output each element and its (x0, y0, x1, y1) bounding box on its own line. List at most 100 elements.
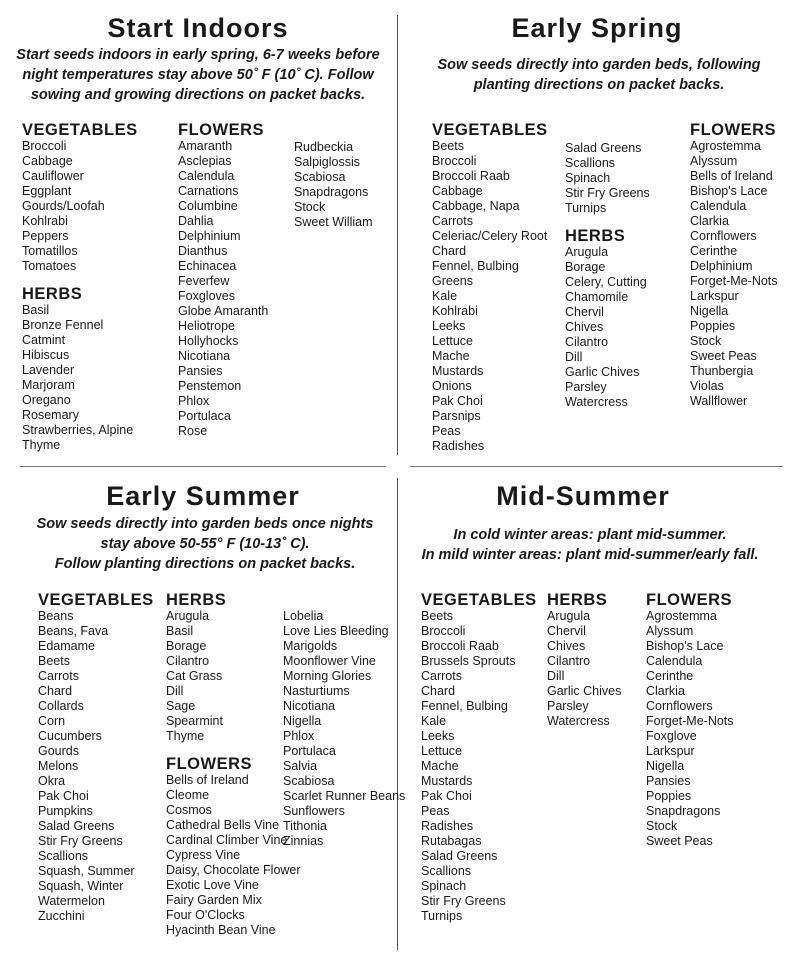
plant-column: VEGETABLES Beets Broccoli Broccoli Raab Brus… (421, 592, 537, 924)
subtitle-line: sowing and growing directions on packet … (30, 87, 366, 103)
plant-item: Broccoli (421, 624, 466, 638)
plant-item: Mache (432, 349, 470, 363)
plant-item: Asclepias (178, 154, 232, 168)
plant-item: Scabiosa (283, 774, 335, 788)
plant-item: Larkspur (690, 289, 739, 303)
plant-item: Watercress (565, 395, 628, 409)
section-title: Early Spring (511, 13, 683, 43)
plant-column: FLOWERS Agrostemma Alyssum Bishop's Lace Cal… (646, 592, 734, 849)
plant-item: Cabbage (22, 154, 73, 168)
plant-item: Bells of Ireland (166, 773, 249, 787)
plant-item: Sage (166, 699, 196, 713)
plant-group: Salad Greens Scallions Spinach Stir Fry Gre… (565, 141, 650, 216)
plant-item: Sunflowers (283, 804, 345, 818)
plant-item: Pak Choi (421, 789, 472, 803)
plant-group: FLOWERS Agrostemma Alyssum Bishop's Lace Cal… (646, 592, 734, 849)
plant-group: VEGETABLES Broccoli Cabbage Cauliflower Eggp… (22, 122, 138, 274)
plant-item: Cauliflower (22, 169, 84, 183)
category-heading: FLOWERS (166, 755, 252, 773)
plant-item: Foxgloves (178, 289, 235, 303)
plant-item: Bishop's Lace (646, 639, 724, 653)
plant-item: Mache (421, 759, 459, 773)
plant-item: Beets (421, 609, 453, 623)
plant-item: Pak Choi (38, 789, 89, 803)
plant-column: Salad Greens Scallions Spinach Stir Fry Gre… (565, 141, 650, 410)
plant-item: Hibiscus (22, 348, 70, 362)
plant-item: Oregano (22, 393, 71, 407)
plant-column: HERBS Arugula Chervil Chives Cilantro Dill Gar… (547, 592, 621, 729)
subtitle-line: Sow seeds directly into garden beds, fol… (437, 57, 761, 73)
plant-item: Salvia (283, 759, 318, 773)
plant-item: Dahlia (178, 214, 214, 228)
plant-item: Stir Fry Greens (421, 894, 506, 908)
plant-item: Beans (38, 609, 74, 623)
subtitle-line: In cold winter areas: plant mid-summer. (453, 527, 727, 543)
plant-item: Delphinium (178, 229, 241, 243)
subtitle-line: night temperatures stay above 50˚ F (10˚… (22, 67, 374, 83)
plant-item: Turnips (421, 909, 463, 923)
plant-item: Violas (690, 379, 724, 393)
plant-item: Beets (432, 139, 464, 153)
plant-item: Peas (421, 804, 450, 818)
plant-group: HERBS Arugula Borage Celery, Cutting Chamomi… (565, 228, 650, 410)
plant-item: Radishes (421, 819, 474, 833)
plant-column: FLOWERS Amaranth Asclepias Calendula Carnati… (178, 122, 268, 439)
plant-item: Peppers (22, 229, 69, 243)
plant-item: Hyacinth Bean Vine (166, 923, 276, 937)
plant-item: Celeriac/Celery Root (432, 229, 548, 243)
plant-item: Borage (166, 639, 207, 653)
plant-item: Agrostemma (690, 139, 761, 153)
plant-item: Broccoli Raab (421, 639, 499, 653)
plant-item: Arugula (565, 245, 609, 259)
plant-item: Fennel, Bulbing (432, 259, 519, 273)
plant-item: Corn (38, 714, 66, 728)
plant-item: Arugula (547, 609, 591, 623)
plant-item: Tomatillos (22, 244, 78, 258)
plant-group: HERBS Arugula Basil Borage Cilantro Cat Grass… (166, 592, 301, 744)
plant-item: Poppies (646, 789, 692, 803)
plant-item: Gourds/Loofah (22, 199, 105, 213)
plant-item: Larkspur (646, 744, 695, 758)
subtitle-line: stay above 50-55° F (10-13˚ C). (100, 536, 310, 552)
plant-item: Eggplant (22, 184, 72, 198)
category-heading: VEGETABLES (432, 121, 548, 139)
plant-item: Love Lies Bleeding (283, 624, 389, 638)
plant-item: Stock (294, 200, 326, 214)
plant-item: Wallflower (690, 394, 748, 408)
plant-item: Carrots (38, 669, 79, 683)
plant-item: Calendula (178, 169, 235, 183)
plant-item: Zucchini (38, 909, 85, 923)
section-title: Mid-Summer (496, 481, 670, 511)
plant-item: Portulaca (178, 409, 231, 423)
subtitle-line: In mild winter areas: plant mid-summer/e… (421, 547, 759, 563)
plant-item: Stock (646, 819, 678, 833)
plant-item: Tithonia (283, 819, 328, 833)
plant-item: Clarkia (646, 684, 685, 698)
plant-item: Zinnias (283, 834, 324, 848)
plant-item: Broccoli (432, 154, 477, 168)
plant-item: Pansies (646, 774, 691, 788)
plant-group: HERBS Basil Bronze Fennel Catmint Hibiscus La… (22, 286, 138, 453)
plant-item: Rosemary (22, 408, 79, 422)
plant-item: Cucumbers (38, 729, 102, 743)
plant-item: Basil (22, 303, 50, 317)
plant-item: Thunbergia (690, 364, 754, 378)
plant-item: Heliotrope (178, 319, 235, 333)
plant-item: Cilantro (547, 654, 591, 668)
plant-item: Mustards (432, 364, 484, 378)
plant-item: Gourds (38, 744, 79, 758)
plant-item: Rudbeckia (294, 140, 354, 154)
horizontal-divider-left (20, 466, 386, 467)
plant-item: Squash, Summer (38, 864, 135, 878)
plant-item: Dill (166, 684, 184, 698)
plant-item: Melons (38, 759, 79, 773)
section-subtitle: Sow seeds directly into garden beds, fol… (399, 55, 790, 95)
plant-group: VEGETABLES Beets Broccoli Broccoli Raab Cabb… (432, 122, 548, 454)
plant-item: Cerinthe (690, 244, 738, 258)
plant-group: HERBS Arugula Chervil Chives Cilantro Dill Gar… (547, 592, 621, 729)
plant-item: Strawberries, Alpine (22, 423, 134, 437)
plant-item: Alyssum (646, 624, 694, 638)
plant-item: Kale (432, 289, 458, 303)
plant-item: Squash, Winter (38, 879, 124, 893)
plant-item: Spearmint (166, 714, 223, 728)
